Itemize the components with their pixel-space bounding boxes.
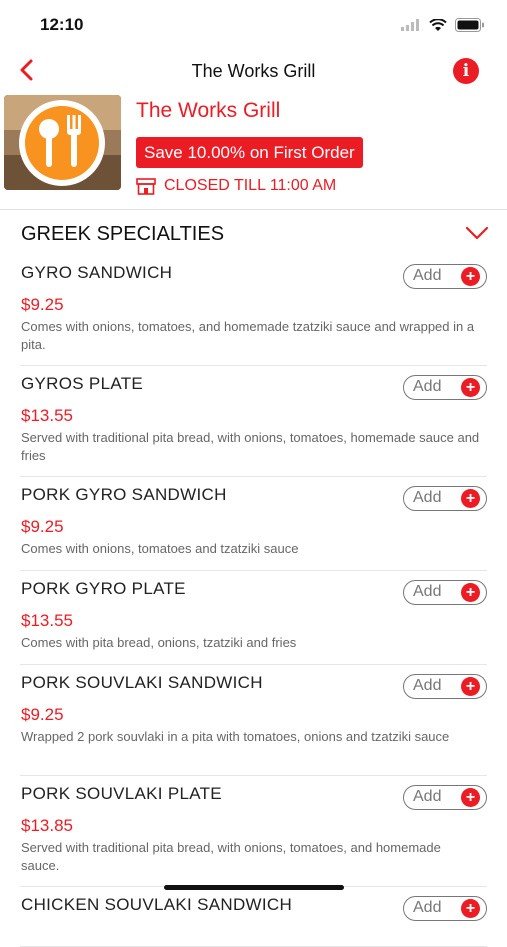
- add-button-label: Add: [413, 899, 442, 916]
- add-button[interactable]: Add +: [403, 580, 487, 605]
- store-icon: [136, 177, 156, 195]
- menu-item-price: $9.25: [21, 295, 64, 314]
- menu-item-name: PORK SOUVLAKI SANDWICH: [21, 673, 263, 692]
- nav-bar: The Works Grill i: [0, 50, 507, 92]
- add-button-label: Add: [413, 583, 442, 600]
- menu-item-price: $9.25: [21, 705, 64, 724]
- menu-item[interactable]: PORK SOUVLAKI PLATE $13.85 Served with tra…: [20, 776, 487, 887]
- status-bar: 12:10: [0, 0, 507, 50]
- add-button-label: Add: [413, 677, 442, 694]
- menu-item-description: Comes with onions, tomatoes, and homemad…: [21, 319, 475, 352]
- menu-item-description: Comes with onions, tomatoes and tzatziki…: [21, 541, 299, 556]
- menu-item-name: GYRO SANDWICH: [21, 263, 173, 282]
- nav-title: The Works Grill: [191, 61, 316, 81]
- signal-icon: [401, 19, 419, 31]
- wifi-icon: [429, 18, 447, 31]
- store-status-text: CLOSED TILL 11:00 AM: [164, 177, 337, 194]
- plus-icon: +: [461, 899, 480, 918]
- add-button[interactable]: Add +: [403, 264, 487, 289]
- section-title: GREEK SPECIALTIES: [21, 223, 225, 245]
- plus-icon: +: [461, 489, 480, 508]
- menu-item-description: Comes with pita bread, onions, tzatziki …: [21, 635, 297, 650]
- menu-item-price: $13.85: [21, 816, 73, 835]
- add-button-label: Add: [413, 788, 442, 805]
- menu-item[interactable]: PORK GYRO PLATE $13.55 Comes with pita bre…: [20, 571, 487, 665]
- plus-icon: +: [461, 788, 480, 807]
- status-time: 12:10: [40, 15, 84, 34]
- plus-icon: +: [461, 267, 480, 286]
- restaurant-name: The Works Grill: [136, 99, 281, 122]
- menu-item[interactable]: CHICKEN SOUVLAKI SANDWICH Add +: [20, 887, 487, 947]
- menu-item[interactable]: PORK SOUVLAKI SANDWICH $9.25 Wrapped 2 por…: [20, 665, 487, 776]
- menu-item[interactable]: GYRO SANDWICH $9.25 Comes with onions, tom…: [20, 255, 487, 366]
- chevron-down-icon[interactable]: [465, 226, 489, 240]
- add-button[interactable]: Add +: [403, 486, 487, 511]
- add-button-label: Add: [413, 378, 442, 395]
- menu-item-name: GYROS PLATE: [21, 374, 144, 393]
- add-button[interactable]: Add +: [403, 674, 487, 699]
- menu-list: GYRO SANDWICH $9.25 Comes with onions, tom…: [0, 255, 507, 947]
- plus-icon: +: [461, 677, 480, 696]
- restaurant-header: The Works Grill Save 10.00% on First Ord…: [0, 92, 507, 210]
- menu-item-price: $9.25: [21, 517, 64, 536]
- menu-item-name: CHICKEN SOUVLAKI SANDWICH: [21, 895, 293, 914]
- battery-icon: [455, 18, 484, 32]
- promo-badge: Save 10.00% on First Order: [136, 137, 363, 168]
- menu-item-name: PORK GYRO SANDWICH: [21, 485, 227, 504]
- menu-item-name: PORK SOUVLAKI PLATE: [21, 784, 222, 803]
- add-button-label: Add: [413, 267, 442, 284]
- add-button[interactable]: Add +: [403, 375, 487, 400]
- menu-item-name: PORK GYRO PLATE: [21, 579, 186, 598]
- add-button-label: Add: [413, 489, 442, 506]
- menu-item-description: Served with traditional pita bread, with…: [21, 430, 480, 463]
- status-icons: [401, 18, 485, 32]
- home-indicator[interactable]: [164, 885, 344, 890]
- add-button[interactable]: Add +: [403, 785, 487, 810]
- plus-icon: +: [461, 378, 480, 397]
- menu-item-description: Wrapped 2 pork souvlaki in a pita with t…: [21, 729, 450, 744]
- menu-item-price: $13.55: [21, 611, 73, 630]
- menu-item[interactable]: GYROS PLATE $13.55 Served with traditional…: [20, 366, 487, 477]
- restaurant-logo: [4, 95, 121, 190]
- menu-item-price: $13.55: [21, 406, 73, 425]
- menu-item[interactable]: PORK GYRO SANDWICH $9.25 Comes with onions…: [20, 477, 487, 571]
- menu-item-description: Served with traditional pita bread, with…: [21, 840, 441, 873]
- store-status: CLOSED TILL 11:00 AM: [136, 177, 336, 195]
- plus-icon: +: [461, 583, 480, 602]
- info-icon[interactable]: i: [453, 58, 479, 84]
